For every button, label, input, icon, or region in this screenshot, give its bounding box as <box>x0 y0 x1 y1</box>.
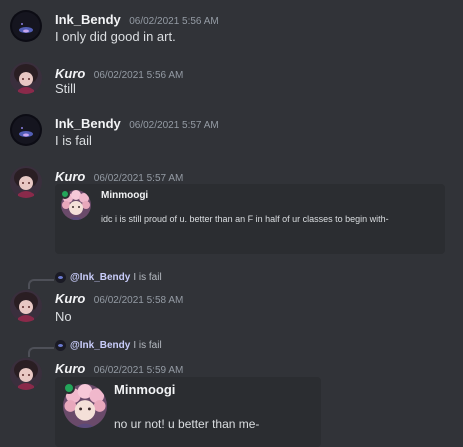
timestamp: 06/02/2021 5:59 AM <box>93 365 184 376</box>
timestamp: 06/02/2021 5:56 AM <box>93 70 184 81</box>
reply-reference[interactable]: @Ink_Bendy I is fail <box>55 340 162 351</box>
timestamp: 06/02/2021 5:57 AM <box>129 120 219 131</box>
dark-orb-avatar-icon <box>10 114 42 146</box>
reply-mention[interactable]: @Ink_Bendy <box>70 340 130 351</box>
reply-line <box>28 347 54 357</box>
message: Kuro 06/02/2021 5:57 AM Minmoogi idc i i… <box>0 156 463 268</box>
anime-girl-avatar-icon <box>10 290 42 322</box>
username[interactable]: Ink_Bendy <box>55 12 121 27</box>
username[interactable]: Kuro <box>55 361 85 376</box>
message-content: I only did good in art. <box>55 29 176 44</box>
message-content: No <box>55 309 72 324</box>
message-header: Kuro 06/02/2021 5:58 AM <box>55 290 183 308</box>
dark-orb-avatar-icon <box>55 272 66 283</box>
username[interactable]: Kuro <box>55 169 85 184</box>
message-content: I is fail <box>55 133 92 148</box>
kuro-avatar[interactable] <box>10 62 42 94</box>
message: @Ink_Bendy I is fail Kuro 06/02/2021 5:5… <box>0 268 463 336</box>
message-header: Kuro 06/02/2021 5:59 AM <box>55 360 183 378</box>
message: Ink_Bendy 06/02/2021 5:57 AM I is fail <box>0 104 463 156</box>
message: Ink_Bendy 06/02/2021 5:56 AM I only did … <box>0 0 463 52</box>
reply-preview-text: I is fail <box>133 340 162 351</box>
kuro-avatar[interactable] <box>10 166 42 198</box>
reply-preview-text: I is fail <box>133 272 162 283</box>
username[interactable]: Ink_Bendy <box>55 116 121 131</box>
reply-line <box>28 279 54 289</box>
dark-orb-avatar-icon <box>10 10 42 42</box>
timestamp: 06/02/2021 5:56 AM <box>129 16 219 27</box>
ink-bendy-avatar[interactable] <box>10 10 42 42</box>
reply-mention[interactable]: @Ink_Bendy <box>70 272 130 283</box>
anime-girl-avatar-icon <box>10 166 42 198</box>
embed-author-name[interactable]: Minmoogi <box>114 382 175 397</box>
message-header: Ink_Bendy 06/02/2021 5:57 AM <box>55 115 219 133</box>
username[interactable]: Kuro <box>55 291 85 306</box>
embed-message-text: no ur not! u better than me- <box>114 417 260 431</box>
username[interactable]: Kuro <box>55 66 85 81</box>
dark-orb-avatar-icon <box>55 340 66 351</box>
message-content: Still <box>55 81 76 96</box>
anime-girl-avatar-icon <box>10 358 42 390</box>
message: Kuro 06/02/2021 5:56 AM Still <box>0 52 463 104</box>
anime-girl-avatar-icon <box>10 62 42 94</box>
online-status-icon <box>60 189 70 199</box>
message-header: Ink_Bendy 06/02/2021 5:56 AM <box>55 11 219 29</box>
online-status-icon <box>63 382 75 394</box>
quoted-message-embed[interactable]: Minmoogi idc i is still proud of u. bett… <box>55 184 445 254</box>
kuro-avatar[interactable] <box>10 290 42 322</box>
embed-message-text: idc i is still proud of u. better than a… <box>101 214 389 224</box>
timestamp: 06/02/2021 5:57 AM <box>93 173 184 184</box>
ink-bendy-avatar[interactable] <box>10 114 42 146</box>
reply-reference[interactable]: @Ink_Bendy I is fail <box>55 272 162 283</box>
message: @Ink_Bendy I is fail Kuro 06/02/2021 5:5… <box>0 336 463 447</box>
kuro-avatar[interactable] <box>10 358 42 390</box>
embed-author-name[interactable]: Minmoogi <box>101 190 148 201</box>
timestamp: 06/02/2021 5:58 AM <box>93 295 184 306</box>
